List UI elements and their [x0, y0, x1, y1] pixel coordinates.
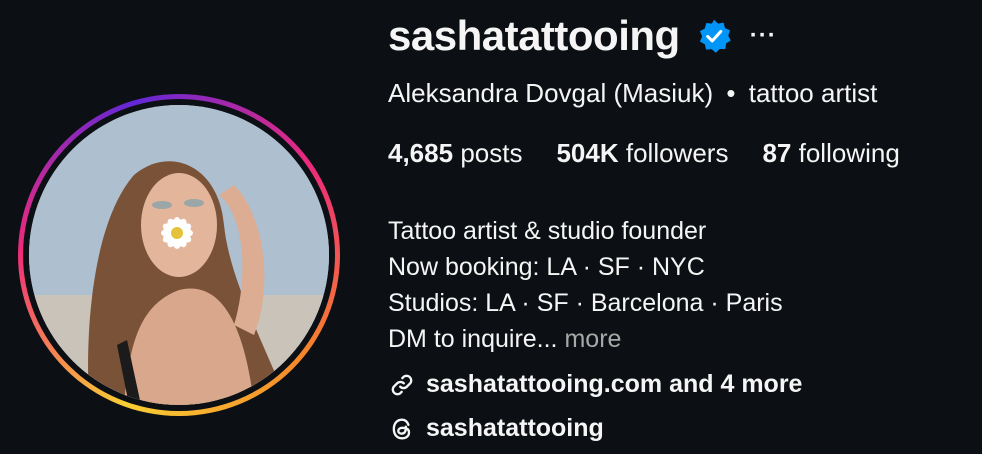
avatar-story-ring[interactable] — [18, 94, 340, 416]
bio: Tattoo artist & studio founder Now booki… — [388, 213, 783, 357]
posts-stat: 4,685 posts — [388, 138, 522, 169]
posts-count: 4,685 — [388, 138, 454, 168]
posts-label: posts — [460, 138, 523, 168]
bio-more-link[interactable]: more — [564, 325, 621, 353]
avatar-gap — [23, 99, 335, 411]
separator-dot: • — [726, 78, 736, 108]
followers-label: followers — [625, 138, 729, 168]
stats-row: 4,685 posts 504K followers 87 following — [388, 138, 934, 169]
avatar[interactable] — [29, 105, 329, 405]
followers-count: 504K — [556, 138, 619, 168]
following-label: following — [798, 138, 900, 168]
username: sashatattooing — [388, 12, 680, 59]
threads-icon — [392, 417, 411, 440]
threads-link[interactable]: sashatattooing — [388, 414, 604, 443]
bio-line: Tattoo artist & studio founder — [388, 217, 707, 245]
category: tattoo artist — [748, 78, 878, 108]
bio-line: DM to inquire... — [388, 325, 558, 353]
bio-line-last: DM to inquire... more — [388, 321, 783, 357]
followers-stat[interactable]: 504K followers — [556, 138, 728, 169]
bio-line: Studios: LA · SF · Barcelona · Paris — [388, 289, 783, 317]
following-stat[interactable]: 87 following — [762, 138, 899, 169]
bio-line: Now booking: LA · SF · NYC — [388, 253, 705, 281]
avatar-photo — [29, 105, 329, 405]
following-count: 87 — [762, 138, 792, 168]
verified-badge-icon — [699, 19, 731, 53]
title-row: sashatattooing ··· — [388, 12, 777, 60]
more-options-icon[interactable]: ··· — [750, 24, 777, 48]
website-link-text: sashatattooing.com and 4 more — [426, 370, 803, 398]
website-link[interactable]: sashatattooing.com and 4 more — [388, 370, 802, 399]
link-icon — [391, 374, 413, 395]
full-name-line: Aleksandra Dovgal (Masiuk) • tattoo arti… — [388, 78, 877, 109]
threads-link-text: sashatattooing — [426, 414, 604, 442]
full-name: Aleksandra Dovgal (Masiuk) — [388, 78, 714, 108]
